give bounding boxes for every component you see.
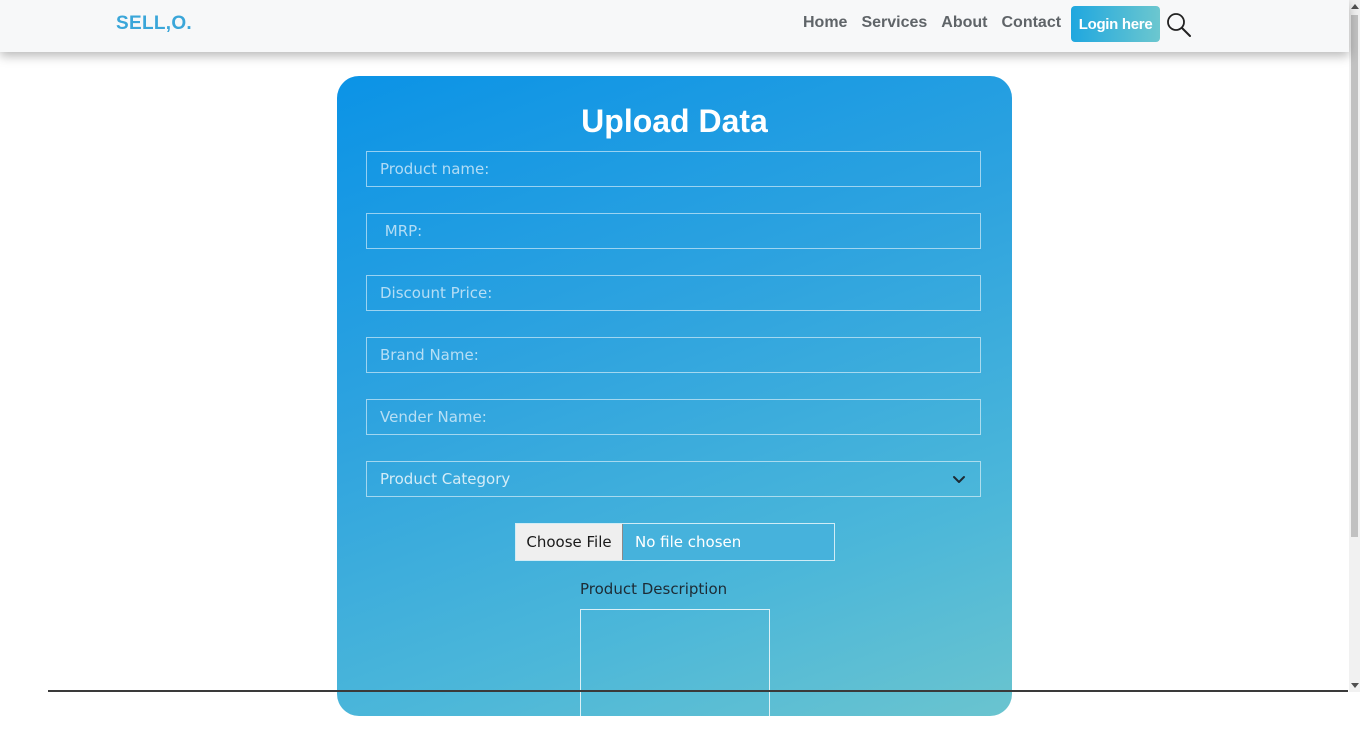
login-button[interactable]: Login here: [1071, 6, 1161, 42]
product-image-file-input[interactable]: Choose File No file chosen: [515, 523, 835, 561]
discount-price-placeholder: Discount Price:: [380, 284, 493, 302]
vender-name-input[interactable]: Vender Name:: [366, 399, 981, 435]
file-status-text: No file chosen: [635, 533, 742, 551]
brand-name-placeholder: Brand Name:: [380, 346, 479, 364]
search-icon[interactable]: [1165, 11, 1193, 39]
page-scrollbar[interactable]: [1349, 0, 1360, 692]
nav-links: Home Services About Contact Login here: [796, 0, 1193, 48]
mrp-placeholder: MRP:: [380, 222, 423, 240]
chevron-down-icon: [952, 473, 966, 491]
product-name-input[interactable]: Product name:: [366, 151, 981, 187]
navbar: SELL,O. Home Services About Contact Logi…: [0, 0, 1349, 52]
nav-link-services[interactable]: Services: [854, 14, 934, 34]
nav-link-home[interactable]: Home: [796, 14, 854, 34]
form-title: Upload Data: [581, 103, 768, 139]
product-category-select[interactable]: Product Category: [366, 461, 981, 497]
product-description-textarea[interactable]: [580, 609, 770, 729]
nav-link-contact[interactable]: Contact: [995, 14, 1069, 34]
product-name-placeholder: Product name:: [380, 160, 490, 178]
brand-name-input[interactable]: Brand Name:: [366, 337, 981, 373]
product-description-label: Product Description: [580, 580, 728, 598]
choose-file-button[interactable]: Choose File: [516, 524, 623, 560]
product-category-selected: Product Category: [380, 470, 511, 488]
brand-logo[interactable]: SELL,O.: [116, 13, 192, 35]
scroll-down-icon[interactable]: [1351, 683, 1359, 688]
scroll-thumb[interactable]: [1351, 15, 1358, 537]
scroll-up-icon[interactable]: [1351, 4, 1359, 9]
discount-price-input[interactable]: Discount Price:: [366, 275, 981, 311]
vender-name-placeholder: Vender Name:: [380, 408, 487, 426]
mrp-input[interactable]: MRP:: [366, 213, 981, 249]
upload-form-card: Upload Data Product name: MRP: Discount …: [337, 76, 1012, 729]
nav-link-about[interactable]: About: [934, 14, 994, 34]
